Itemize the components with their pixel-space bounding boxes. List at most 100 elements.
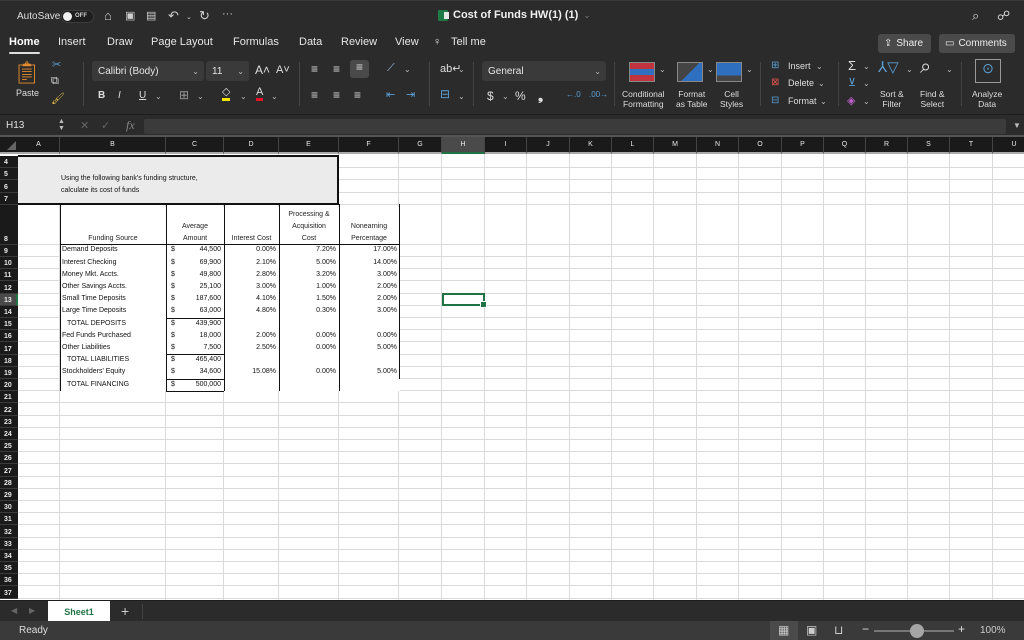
document-title[interactable]: Cost of Funds HW(1) (1) ⌄ (438, 9, 591, 21)
zoom-slider-handle[interactable] (910, 624, 924, 638)
align-right-icon[interactable]: ≡ (354, 88, 361, 102)
align-left-icon[interactable]: ≡ (311, 88, 318, 102)
average-amount-cell[interactable]: 7,500 (166, 342, 221, 354)
processing-cost-cell[interactable]: 7.20% (279, 244, 336, 256)
chevron-down-icon[interactable]: ⌄ (863, 79, 870, 88)
interest-cost-cell[interactable]: 4.80% (224, 305, 276, 317)
row-header-17[interactable]: 17 (0, 342, 18, 355)
row-header-19[interactable]: 19 (0, 366, 18, 379)
cell-styles-button[interactable]: Cell Styles (720, 89, 743, 109)
chevron-down-icon[interactable]: ⌄ (946, 65, 953, 74)
format-cells-icon[interactable]: ⊟ (771, 95, 779, 106)
orientation-icon[interactable]: ⟋ (387, 62, 395, 75)
average-amount-cell[interactable]: 465,400 (166, 354, 221, 366)
nonearning-pct-cell[interactable]: 3.00% (339, 305, 397, 317)
average-amount-cell[interactable]: 500,000 (166, 379, 221, 391)
nonearning-pct-cell[interactable]: 2.00% (339, 293, 397, 305)
row-header-36[interactable]: 36 (0, 574, 18, 587)
funding-source-cell[interactable]: Demand Deposits (62, 244, 118, 256)
processing-cost-cell[interactable] (279, 379, 336, 391)
home-icon[interactable]: ⌂ (104, 8, 112, 23)
selected-cell-h13[interactable] (442, 293, 487, 308)
row-header-20[interactable]: 20 (0, 379, 18, 392)
row-header-21[interactable]: 21 (0, 391, 18, 404)
nonearning-pct-cell[interactable]: 17.00% (339, 244, 397, 256)
undo-dropdown-icon[interactable]: ⌄ (186, 13, 192, 21)
interest-cost-cell[interactable]: 3.00% (224, 281, 276, 293)
conditional-formatting-button[interactable]: Conditional Formatting (622, 89, 665, 109)
interest-cost-cell[interactable] (224, 354, 276, 366)
increase-indent-icon[interactable]: ⇥ (406, 88, 415, 101)
find-select-icon[interactable]: ⌕ (920, 56, 931, 79)
column-header-b[interactable]: B (60, 137, 166, 154)
page-break-view-icon[interactable]: ⊔ (834, 623, 843, 637)
number-format-dropdown[interactable]: General ⌄ (482, 61, 606, 81)
bold-button[interactable]: B (98, 90, 105, 101)
select-all-button[interactable] (0, 137, 18, 154)
align-middle-icon[interactable]: ≡ (333, 62, 340, 76)
column-header-c[interactable]: C (166, 137, 224, 154)
row-header-5[interactable]: 5 (0, 168, 18, 181)
formula-input[interactable] (144, 119, 1006, 134)
nonearning-pct-cell[interactable]: 0.00% (339, 330, 397, 342)
fill-icon[interactable]: ⊻ (848, 76, 856, 89)
header-nonearning-pct[interactable]: Nonearning Percentage (339, 221, 399, 245)
nonearning-pct-cell[interactable]: 5.00% (339, 366, 397, 378)
row-header-23[interactable]: 23 (0, 415, 18, 428)
tab-draw[interactable]: Draw (107, 36, 133, 48)
chevron-down-icon[interactable]: ⌄ (818, 79, 825, 88)
insert-cells-button[interactable]: Insert (788, 61, 811, 71)
row-header-9[interactable]: 9 (0, 244, 18, 257)
align-center-icon[interactable]: ≡ (333, 88, 340, 102)
cut-icon[interactable]: ✂ (52, 58, 61, 71)
nonearning-pct-cell[interactable] (339, 379, 397, 391)
tab-page-layout[interactable]: Page Layout (151, 36, 213, 48)
interest-cost-cell[interactable]: 15.08% (224, 366, 276, 378)
processing-cost-cell[interactable] (279, 354, 336, 366)
row-header-7[interactable]: 7 (0, 192, 18, 205)
funding-source-cell[interactable]: Small Time Deposits (62, 293, 126, 305)
interest-cost-cell[interactable] (224, 318, 276, 330)
column-header-g[interactable]: G (399, 137, 442, 154)
average-amount-cell[interactable]: 187,600 (166, 293, 221, 305)
zoom-level[interactable]: 100% (980, 625, 1006, 636)
funding-source-cell[interactable]: Fed Funds Purchased (62, 330, 131, 342)
name-box[interactable]: H13 (6, 120, 24, 131)
tab-view[interactable]: View (395, 36, 419, 48)
row-header-22[interactable]: 22 (0, 403, 18, 416)
row-header-29[interactable]: 29 (0, 488, 18, 501)
interest-cost-cell[interactable]: 2.50% (224, 342, 276, 354)
column-header-p[interactable]: P (782, 137, 824, 154)
column-header-k[interactable]: K (570, 137, 612, 154)
delete-cells-button[interactable]: Delete (788, 78, 814, 88)
row-header-34[interactable]: 34 (0, 549, 18, 562)
share-button[interactable]: ⇪ Share (878, 34, 931, 53)
column-header-e[interactable]: E (279, 137, 339, 154)
funding-source-cell[interactable]: Interest Checking (62, 257, 116, 269)
processing-cost-cell[interactable] (279, 318, 336, 330)
row-header-10[interactable]: 10 (0, 257, 18, 270)
autosave-toggle[interactable]: OFF (61, 10, 94, 23)
column-header-r[interactable]: R (866, 137, 908, 154)
page-layout-view-icon[interactable]: ▣ (806, 623, 817, 637)
chevron-down-icon[interactable]: ⌄ (458, 65, 465, 74)
funding-source-cell[interactable]: Other Savings Accts. (62, 281, 127, 293)
currency-button[interactable]: $ (487, 89, 494, 103)
nonearning-pct-cell[interactable]: 14.00% (339, 257, 397, 269)
next-sheet-icon[interactable]: ▶ (29, 606, 35, 615)
fx-icon[interactable]: fx (126, 118, 135, 133)
italic-button[interactable]: I (118, 90, 121, 101)
row-header-4[interactable]: 4 (0, 156, 18, 169)
column-header-l[interactable]: L (612, 137, 654, 154)
row-header-28[interactable]: 28 (0, 476, 18, 489)
row-header-31[interactable]: 31 (0, 513, 18, 526)
funding-source-cell[interactable]: Other Liabilities (62, 342, 110, 354)
funding-source-cell[interactable]: Large Time Deposits (62, 305, 126, 317)
row-header-6[interactable]: 6 (0, 180, 18, 193)
chevron-down-icon[interactable]: ⌄ (816, 62, 823, 71)
average-amount-cell[interactable]: 49,800 (166, 269, 221, 281)
row-header-26[interactable]: 26 (0, 452, 18, 465)
row-header-12[interactable]: 12 (0, 281, 18, 294)
format-as-table-button[interactable]: Format as Table (676, 89, 708, 109)
tab-insert[interactable]: Insert (58, 36, 86, 48)
